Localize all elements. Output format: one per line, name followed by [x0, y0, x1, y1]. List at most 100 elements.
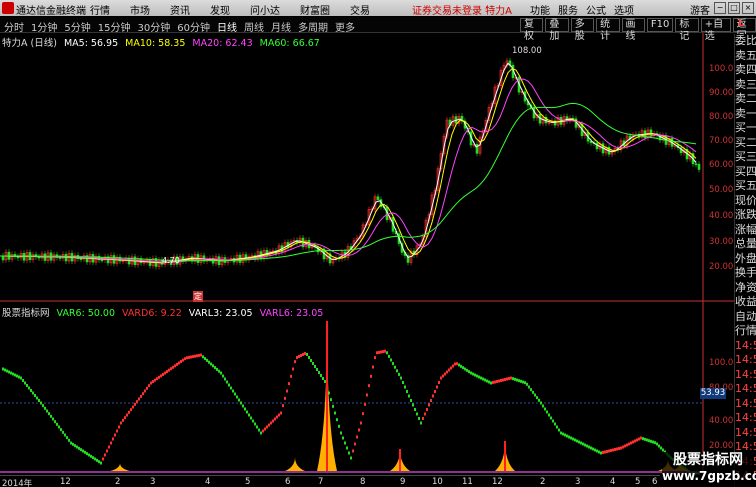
price-tick: 70.00 — [709, 136, 734, 146]
tab-15min[interactable]: 15分钟 — [98, 19, 131, 34]
side-panel-item[interactable]: 买一 — [735, 121, 756, 136]
side-panel-item[interactable]: 卖四 — [735, 63, 756, 78]
add-favorite-button[interactable]: +自选 — [700, 18, 731, 42]
side-panel-item[interactable]: 卖三 — [735, 78, 756, 93]
side-panel-item[interactable]: 卖二 — [735, 92, 756, 107]
indicator-segment — [370, 374, 372, 378]
menu-item-discover[interactable]: 发现 — [210, 2, 230, 17]
side-panel-item[interactable]: 收益 — [735, 295, 756, 310]
low-price-marker: 4.70 — [162, 256, 180, 265]
side-panel-item[interactable]: 委比 — [735, 34, 756, 49]
indicator-segment — [150, 381, 152, 385]
indicator-segment — [154, 378, 156, 382]
title-bar: 通达信金融终端 行情 市场 资讯 发现 问小达 财富圈 交易 证券交易未登录 特… — [0, 0, 756, 17]
menu-item-service[interactable]: 服务 — [558, 2, 578, 17]
time-axis-label: 5 — [635, 477, 641, 487]
side-panel-item[interactable]: 行情 — [735, 324, 756, 339]
side-panel-item[interactable]: 涨跌 — [735, 208, 756, 223]
indicator-segment — [288, 382, 290, 386]
side-panel-item[interactable]: 外盘 — [735, 252, 756, 267]
login-notice[interactable]: 证券交易未登录 特力A — [412, 2, 512, 17]
indicator-segment — [398, 372, 400, 376]
indicator-segment — [230, 386, 232, 390]
indicator-segment — [658, 444, 660, 448]
time-axis-label: 8 — [360, 477, 366, 487]
side-panel-item[interactable]: 净资 — [735, 281, 756, 296]
tab-5min[interactable]: 5分钟 — [64, 19, 90, 34]
menu-item-ask[interactable]: 问小达 — [250, 2, 280, 17]
side-panel-item[interactable]: 买二 — [735, 136, 756, 151]
side-panel-item[interactable]: 总量 — [735, 237, 756, 252]
side-panel-item[interactable]: 买五 — [735, 179, 756, 194]
overlay-button[interactable]: 叠加 — [545, 18, 569, 42]
tab-multi-period[interactable]: 多周期 — [298, 19, 328, 34]
indicator-name[interactable]: 股票指标网 — [2, 308, 50, 319]
side-panel-item[interactable]: 买三 — [735, 150, 756, 165]
statistics-button[interactable]: 统计 — [596, 18, 620, 42]
tab-monthly[interactable]: 月线 — [271, 19, 291, 34]
indicator-segment — [432, 394, 434, 398]
side-panel-item[interactable]: 14:56 — [735, 426, 756, 441]
kline-chart[interactable] — [0, 33, 734, 475]
indicator-segment — [624, 444, 626, 448]
indicator-segment — [356, 435, 358, 439]
side-panel-item[interactable]: 现价 — [735, 194, 756, 209]
menu-item-market[interactable]: 市场 — [130, 2, 150, 17]
tab-weekly[interactable]: 周线 — [244, 19, 264, 34]
side-panel-item[interactable]: 14:56 — [735, 353, 756, 368]
indicator-segment — [212, 364, 214, 368]
tab-1min[interactable]: 1分钟 — [31, 19, 57, 34]
ma-legend: 特力A (日线) MA5: 56.95 MA10: 58.35 MA20: 62… — [2, 35, 324, 49]
indicator-segment — [390, 358, 392, 362]
draw-line-button[interactable]: 画线 — [621, 18, 645, 42]
minimize-icon[interactable]: − — [714, 2, 726, 14]
mark-button[interactable]: 标记 — [675, 18, 699, 42]
f10-button[interactable]: F10 — [646, 18, 674, 32]
menu-item-quotes[interactable]: 行情 — [90, 2, 110, 17]
side-panel-item[interactable]: 涨幅 — [735, 223, 756, 238]
tab-30min[interactable]: 30分钟 — [137, 19, 170, 34]
multi-stock-button[interactable]: 多股 — [570, 18, 595, 42]
ding-marker[interactable]: 定 — [193, 291, 203, 302]
side-panel-item[interactable]: 卖一 — [735, 107, 756, 122]
indicator-segment — [144, 389, 146, 393]
chart-tools: 复权 叠加 多股 统计 画线 F10 标记 +自选 返回 L — [520, 18, 756, 42]
menu-item-wealth[interactable]: 财富圈 — [300, 2, 330, 17]
guest-label[interactable]: 游客 — [690, 2, 710, 17]
side-panel-item[interactable]: 买四 — [735, 165, 756, 180]
time-axis: 2014年 12 2 3 4 5 6 7 8 9 10 11 12 2 3 4 5 6 — [0, 475, 660, 487]
side-panel-item[interactable]: 14:56 — [735, 368, 756, 383]
side-panel-item[interactable]: 卖五 — [735, 49, 756, 64]
menu-item-trade[interactable]: 交易 — [350, 2, 370, 17]
side-panel-item[interactable]: 14:56 — [735, 397, 756, 412]
tab-intraday[interactable]: 分时 — [4, 19, 24, 34]
signal-spike — [285, 457, 305, 471]
side-panel-item[interactable]: 14:56 — [735, 339, 756, 354]
side-panel-item[interactable]: 自动 — [735, 310, 756, 325]
tab-60min[interactable]: 60分钟 — [177, 19, 210, 34]
restore-rights-button[interactable]: 复权 — [520, 18, 544, 42]
indicator-segment — [130, 408, 132, 412]
indicator-segment — [114, 433, 116, 437]
indicator-segment — [340, 431, 342, 435]
tab-more[interactable]: 更多 — [335, 19, 355, 34]
time-axis-label: 9 — [400, 477, 406, 487]
tab-daily[interactable]: 日线 — [217, 19, 237, 34]
menu-item-formula[interactable]: 公式 — [586, 2, 606, 17]
indicator-segment — [54, 420, 56, 424]
indicator-segment — [542, 404, 544, 408]
period-tabs: 分时 1分钟 5分钟 15分钟 30分钟 60分钟 日线 周线 月线 多周期 更… — [4, 19, 355, 34]
side-panel-item[interactable]: 14:56 — [735, 382, 756, 397]
indicator-segment — [476, 374, 478, 378]
close-icon[interactable]: × — [742, 2, 754, 14]
side-panel-item[interactable]: 换手 — [735, 266, 756, 281]
indicator-segment — [120, 421, 122, 425]
side-panel-item[interactable]: 14:56 — [735, 411, 756, 426]
indicator-segment — [538, 398, 540, 402]
maximize-icon[interactable]: □ — [728, 2, 740, 14]
menu-item-options[interactable]: 选项 — [614, 2, 634, 17]
menu-item-function[interactable]: 功能 — [530, 2, 550, 17]
menu-item-news[interactable]: 资讯 — [170, 2, 190, 17]
indicator-segment — [418, 417, 420, 420]
indicator-segment — [448, 368, 450, 372]
